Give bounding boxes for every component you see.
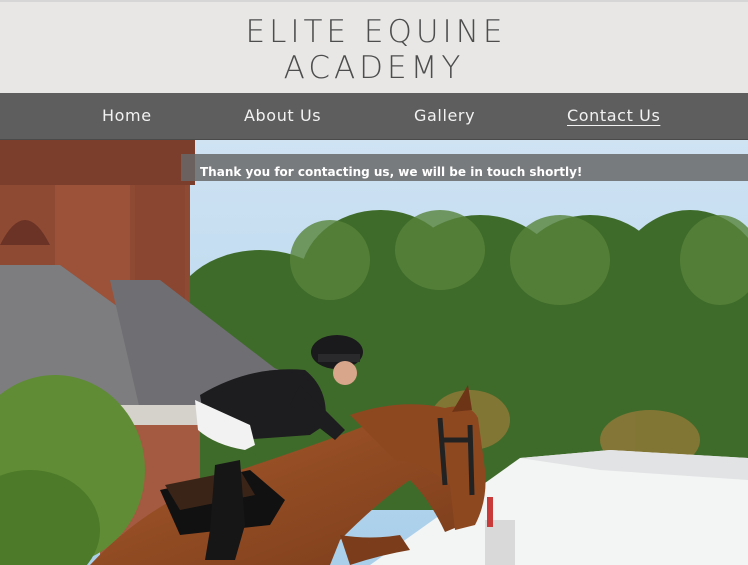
nav-contact-us-link[interactable]: Contact Us bbox=[567, 106, 660, 125]
nav-home-link[interactable]: Home bbox=[102, 106, 152, 125]
horse-jumping-photo bbox=[0, 140, 748, 565]
nav-about-us-link[interactable]: About Us bbox=[244, 106, 321, 125]
site-logo-line-2[interactable]: ACADEMY bbox=[0, 53, 748, 84]
hero-image bbox=[0, 140, 748, 565]
confirmation-message: Thank you for contacting us, we will be … bbox=[200, 165, 583, 179]
site-logo-line-1[interactable]: ELITE EQUINE bbox=[0, 17, 748, 48]
nav-gallery-link[interactable]: Gallery bbox=[414, 106, 475, 125]
site-header: ELITE EQUINE ACADEMY bbox=[0, 0, 748, 93]
main-nav: Home About Us Gallery Contact Us bbox=[0, 93, 748, 140]
